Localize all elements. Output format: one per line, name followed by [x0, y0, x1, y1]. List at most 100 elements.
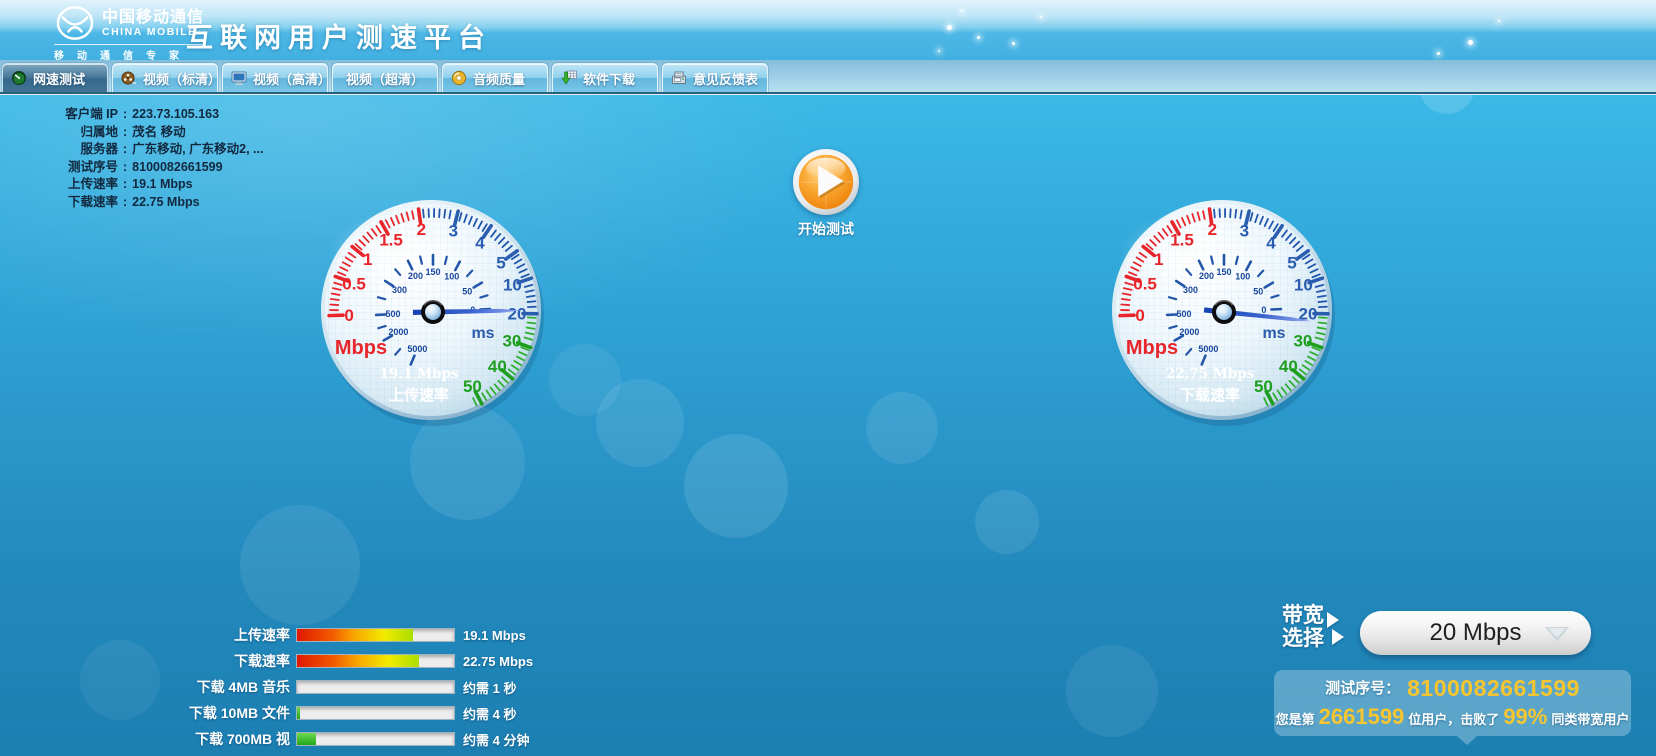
svg-text:20: 20 [508, 304, 527, 323]
stat-bar-row: 上传速率 19.1 Mbps [130, 622, 533, 648]
arrow-right-icon [1327, 612, 1339, 628]
progress-bar [296, 706, 455, 720]
start-button-label: 开始测试 [798, 219, 854, 239]
svg-text:0.5: 0.5 [1133, 274, 1157, 293]
stat-bar-row: 下载速率22.75 Mbps [130, 648, 533, 674]
svg-text:2000: 2000 [388, 327, 408, 337]
stat-bar-row: 下载 4MB 音乐 约需 1 秒 [130, 674, 533, 700]
start-test-button[interactable]: 开始测试 [789, 147, 863, 239]
svg-text:0: 0 [1261, 305, 1266, 315]
info-label: 归属地 [20, 124, 118, 142]
stat-value: 约需 4 秒 [463, 704, 516, 723]
svg-text:22.75 Mbps: 22.75 Mbps [1166, 366, 1255, 382]
chevron-down-icon [1543, 626, 1571, 642]
client-info-row: 测试序号:8100082661599 [20, 159, 263, 177]
svg-text:10: 10 [503, 276, 522, 295]
play-icon [791, 147, 861, 217]
progress-bar [296, 654, 455, 668]
tab-video-sd[interactable]: 视频（标清） [112, 63, 218, 92]
bokeh-circle [1066, 645, 1158, 737]
download-gauge: 00.511.523451020304050Mbps05010015020030… [1109, 197, 1339, 427]
tab-software-download[interactable]: 软件下载 [552, 63, 658, 92]
stat-value: 约需 1 秒 [463, 678, 516, 697]
svg-text:3: 3 [449, 221, 458, 240]
stat-value: 约需 4 分钟 [463, 730, 529, 749]
stat-bar-row: 下载 700MB 视 约需 4 分钟 [130, 726, 533, 752]
svg-text:50: 50 [463, 377, 482, 396]
china-mobile-logo-icon [54, 5, 96, 41]
app-header: 中国移动通信 CHINA MOBILE 移动通信专家 互联网用户测速平台 [0, 0, 1656, 60]
rank-number: 2661599 [1319, 704, 1405, 729]
svg-text:0.5: 0.5 [342, 274, 366, 293]
progress-bar [296, 628, 455, 642]
tab-audio-quality[interactable]: 音频质量 [442, 63, 548, 92]
svg-text:1: 1 [1154, 250, 1163, 269]
info-separator: : [118, 141, 132, 159]
svg-text:2: 2 [1208, 220, 1217, 239]
rank-suffix: 同类带宽用户 [1551, 712, 1629, 727]
svg-text:1: 1 [363, 250, 372, 269]
info-value: 223.73.105.163 [132, 106, 219, 124]
info-separator: : [118, 106, 132, 124]
info-label: 服务器 [20, 141, 118, 159]
progress-fill [297, 707, 300, 719]
stat-label: 上传速率 [130, 625, 290, 645]
info-label: 下载速率 [20, 194, 118, 212]
svg-text:150: 150 [1216, 267, 1231, 277]
svg-text:1.5: 1.5 [379, 230, 403, 249]
bandwidth-select[interactable]: 20 Mbps [1360, 611, 1591, 655]
svg-text:200: 200 [408, 271, 423, 281]
download-icon [561, 70, 577, 86]
svg-text:下载速率: 下载速率 [1180, 386, 1240, 404]
tab-video-hd[interactable]: 视频（高清） [222, 63, 328, 92]
sparkle [1437, 52, 1440, 55]
svg-text:30: 30 [502, 332, 521, 351]
svg-text:1.5: 1.5 [1170, 230, 1194, 249]
svg-text:0: 0 [344, 306, 353, 325]
sparkle [938, 50, 940, 52]
progress-fill [297, 733, 316, 745]
tab-video-uhd[interactable]: 视频（超清） [332, 63, 438, 92]
tabbar-divider-highlight [0, 94, 1656, 95]
svg-text:上传速率: 上传速率 [389, 386, 449, 404]
speed-test-app: 中国移动通信 CHINA MOBILE 移动通信专家 互联网用户测速平台 网速测… [0, 0, 1656, 756]
info-separator: : [118, 124, 132, 142]
bokeh-circle [684, 434, 788, 538]
info-separator: : [118, 194, 132, 212]
progress-fill [297, 629, 413, 641]
svg-text:4: 4 [1266, 233, 1276, 252]
bandwidth-value: 20 Mbps [1429, 619, 1521, 646]
china-mobile-logo: 中国移动通信 CHINA MOBILE 移动通信专家 [54, 5, 204, 62]
stat-label: 下载 700MB 视 [130, 729, 290, 749]
svg-text:200: 200 [1199, 271, 1214, 281]
progress-bar [296, 680, 455, 694]
info-separator: : [118, 176, 132, 194]
bokeh-circle [866, 392, 938, 464]
svg-text:ms: ms [1262, 325, 1285, 342]
bandwidth-label: 带宽 选择 [1282, 604, 1324, 650]
film-reel-icon [121, 70, 137, 86]
info-value: 22.75 Mbps [132, 194, 199, 212]
arrow-right-icon [1332, 629, 1344, 645]
progress-fill [297, 655, 419, 667]
sparkle [977, 36, 980, 39]
stat-value: 19.1 Mbps [463, 628, 526, 643]
bokeh-circle [596, 379, 684, 467]
tab-label: 视频（超清） [346, 69, 424, 88]
svg-text:50: 50 [1253, 286, 1263, 296]
info-value: 茂名 移动 [132, 124, 185, 142]
stat-label: 下载 4MB 音乐 [130, 677, 290, 697]
stat-label: 下载 10MB 文件 [130, 703, 290, 723]
sparkle [1012, 42, 1015, 45]
svg-text:100: 100 [1235, 272, 1250, 282]
tab-speed-test[interactable]: 网速测试 [2, 63, 108, 92]
stat-value: 22.75 Mbps [463, 654, 533, 669]
tab-label: 意见反馈表 [693, 69, 758, 88]
tab-feedback-form[interactable]: 意见反馈表 [662, 63, 768, 92]
svg-text:300: 300 [1183, 285, 1198, 295]
tab-label: 软件下载 [583, 69, 635, 88]
svg-text:50: 50 [462, 286, 472, 296]
client-info-row: 服务器:广东移动, 广东移动2, ... [20, 141, 263, 159]
svg-text:5000: 5000 [407, 344, 427, 354]
tab-label: 音频质量 [473, 69, 525, 88]
